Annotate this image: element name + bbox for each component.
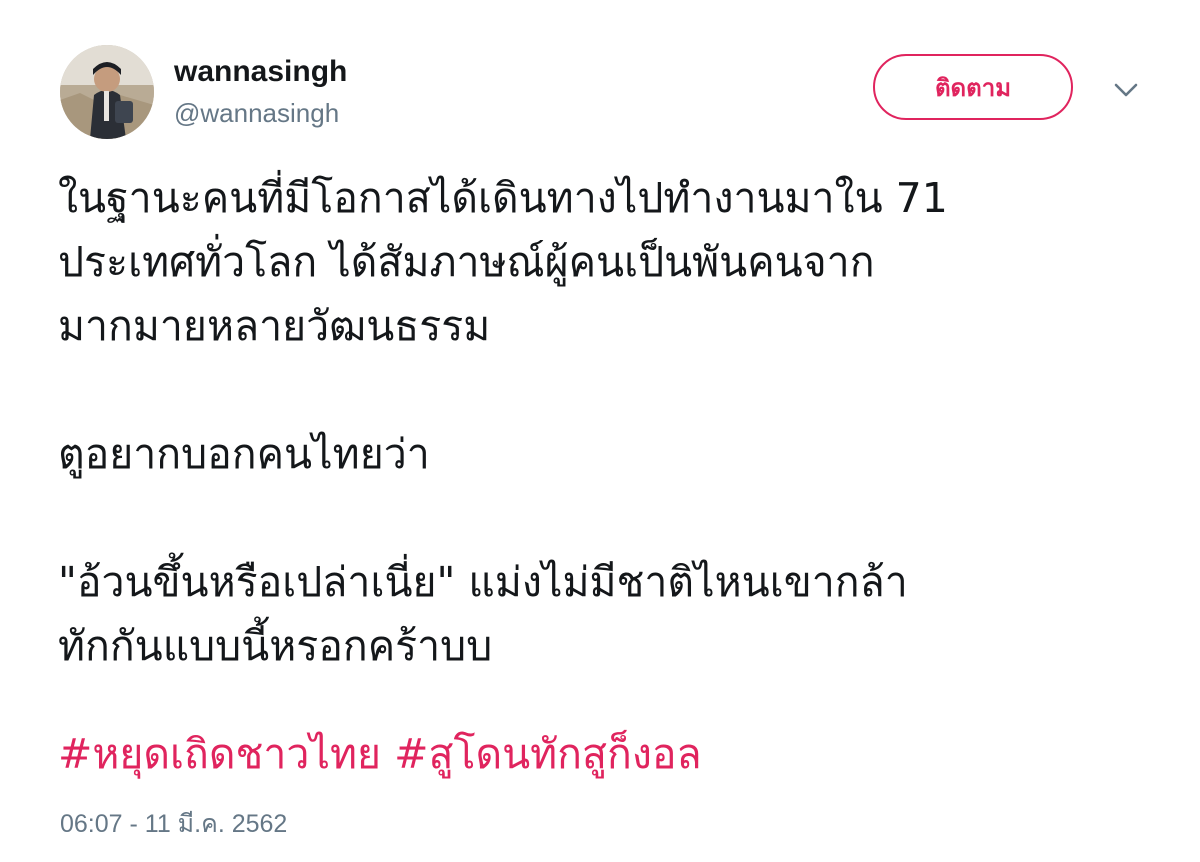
tweet-line: ทักกันแบบนี้หรอกคร้าบบ — [58, 622, 493, 670]
user-display-name[interactable]: wannasingh — [174, 52, 347, 92]
tweet-card: wannasingh @wannasingh ติดตาม ในฐานะคนที… — [0, 0, 1200, 862]
follow-button[interactable]: ติดตาม — [873, 54, 1073, 120]
tweet-timestamp[interactable]: 06:07 - 11 มี.ค. 2562 — [60, 808, 287, 840]
hashtag-row: #หยุดเถิดชาวไทย #สูโดนทักสูก็งอล — [58, 722, 702, 786]
tweet-line: ในฐานะคนที่มีโอกาสได้เดินทางไปทำงานมาใน … — [58, 174, 948, 222]
hashtag-link[interactable]: #หยุดเถิดชาวไทย — [58, 730, 381, 778]
tweet-line: "อ้วนขึ้นหรือเปล่าเนี่ย" แม่งไม่มีชาติไห… — [58, 558, 908, 606]
avatar[interactable] — [60, 45, 154, 139]
tweet-line: มากมายหลายวัฒนธรรม — [58, 302, 491, 350]
tweet-line: ตูอยากบอกคนไทยว่า — [58, 430, 430, 478]
tweet-text: ในฐานะคนที่มีโอกาสได้เดินทางไปทำงานมาใน … — [58, 166, 1158, 678]
tweet-line: ประเทศทั่วโลก ได้สัมภาษณ์ผู้คนเป็นพันคนจ… — [58, 238, 875, 286]
chevron-down-icon[interactable] — [1110, 76, 1142, 104]
hashtag-link[interactable]: #สูโดนทักสูก็งอล — [394, 730, 702, 778]
user-handle[interactable]: @wannasingh — [174, 96, 339, 130]
profile-photo — [60, 45, 154, 139]
